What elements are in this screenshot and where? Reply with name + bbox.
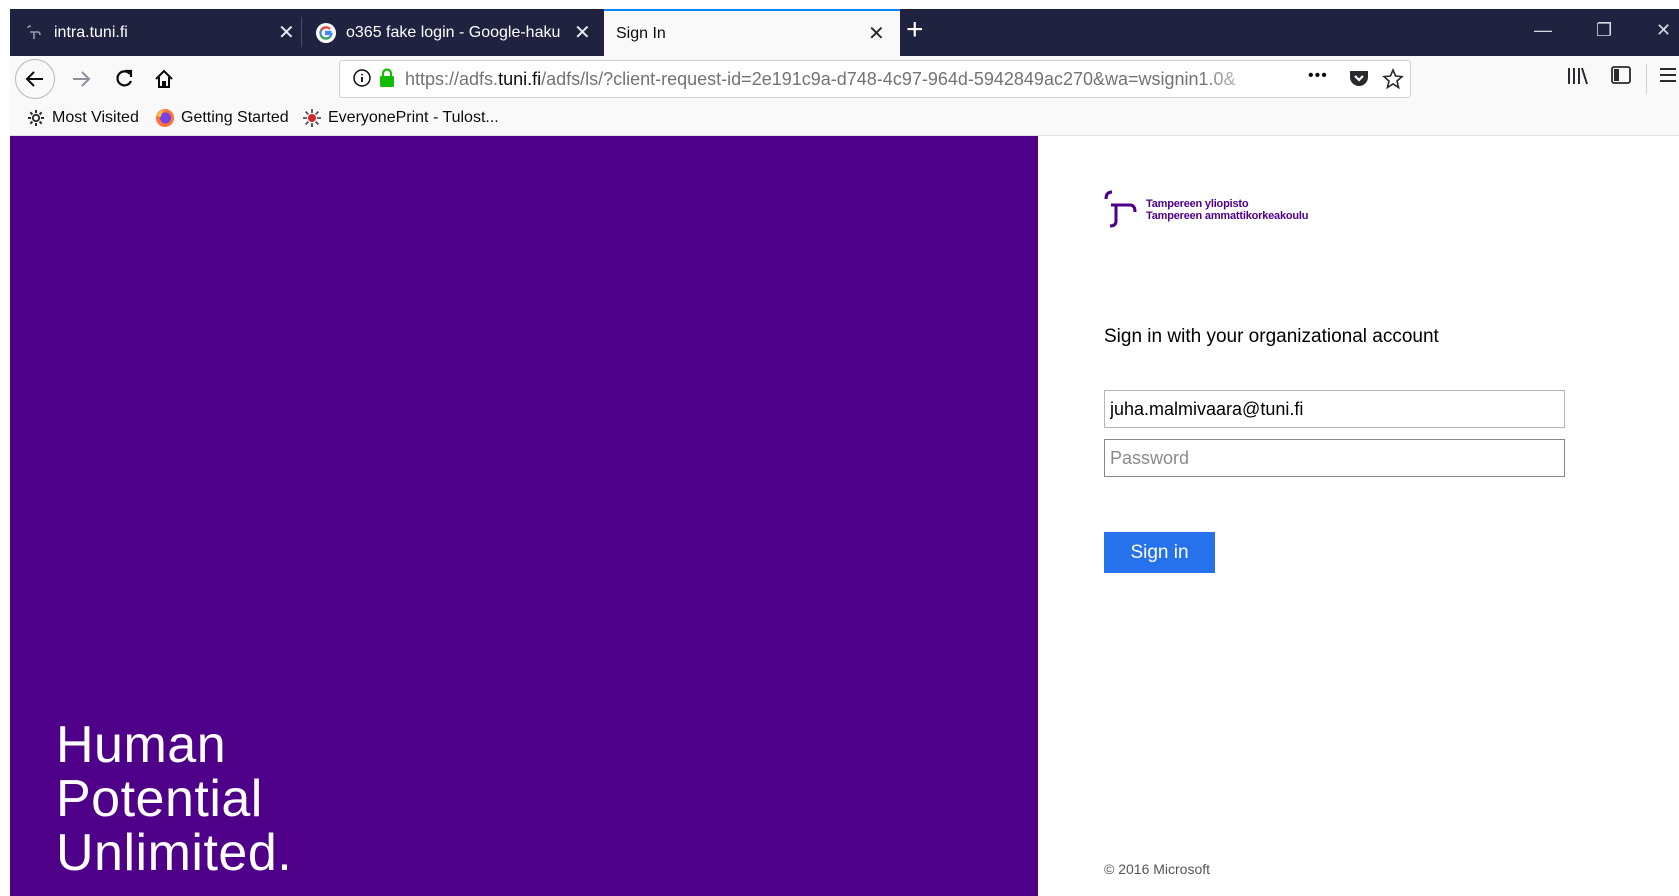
hero-line: Unlimited. (56, 824, 293, 882)
forward-arrow-icon[interactable] (64, 62, 98, 96)
info-icon[interactable] (352, 68, 372, 94)
sign-in-panel: Tampereen yliopisto Tampereen ammattikor… (1038, 136, 1679, 896)
restore-icon[interactable]: ❐ (1596, 16, 1612, 44)
star-icon[interactable] (1382, 67, 1404, 96)
hero-line: Human (56, 716, 227, 774)
url-path: /adfs/ls/?client-request-id=2e191c9a-d74… (541, 69, 1236, 89)
tuni-logo-icon (1104, 190, 1137, 228)
tuni-logo-icon (24, 23, 44, 43)
bookmark-everyoneprint[interactable]: EveryonePrint - Tulost... (302, 108, 499, 128)
minimize-icon[interactable]: — (1534, 16, 1552, 44)
organization-logo: Tampereen yliopisto Tampereen ammattikor… (1102, 188, 1309, 232)
close-tab-icon[interactable]: ✕ (574, 23, 591, 43)
toolbar-separator (1646, 64, 1647, 94)
google-g-icon (316, 22, 336, 43)
close-window-icon[interactable]: ✕ (1656, 16, 1671, 44)
url-scheme: https://adfs. (405, 69, 499, 89)
everyoneprint-icon (302, 108, 322, 128)
logo-text: Tampereen yliopisto Tampereen ammattikor… (1146, 198, 1309, 222)
url-text[interactable]: https://adfs.tuni.fi/adfs/ls/?client-req… (405, 69, 1255, 90)
password-field[interactable] (1104, 439, 1565, 477)
plus-icon[interactable]: + (906, 12, 924, 48)
sidebar-icon[interactable] (1610, 65, 1632, 91)
bookmark-most-visited[interactable]: Most Visited (26, 108, 139, 128)
sign-in-heading: Sign in with your organizational account (1104, 326, 1439, 347)
lock-icon[interactable] (378, 68, 396, 94)
gear-icon (26, 108, 46, 128)
tab-title: intra.tuni.fi (54, 23, 128, 41)
tab-strip: intra.tuni.fi ✕ o365 fake login - Google… (0, 0, 1679, 56)
copyright-footer: © 2016 Microsoft (1104, 861, 1211, 877)
bookmarks-toolbar: Most Visited Getting Started EveryonePri… (10, 102, 1679, 136)
hero-tagline: Human Potential Unlimited. (56, 718, 292, 880)
bookmark-getting-started[interactable]: Getting Started (155, 108, 289, 128)
sign-in-button[interactable]: Sign in (1104, 532, 1215, 573)
close-tab-icon[interactable]: ✕ (868, 24, 885, 44)
navigation-toolbar: https://adfs.tuni.fi/adfs/ls/?client-req… (10, 56, 1679, 102)
tab-title: o365 fake login - Google-haku (346, 23, 561, 41)
logo-line: Tampereen ammattikorkeakoulu (1146, 210, 1309, 222)
pocket-icon[interactable] (1348, 68, 1370, 94)
url-fade (1200, 65, 1270, 93)
reload-icon[interactable] (107, 62, 141, 96)
address-bar[interactable]: https://adfs.tuni.fi/adfs/ls/?client-req… (339, 60, 1411, 98)
tab-google-search[interactable]: o365 fake login - Google-haku ✕ (302, 9, 602, 56)
hero-line: Potential (56, 770, 263, 828)
tab-intra-tuni[interactable]: intra.tuni.fi ✕ (10, 9, 300, 56)
hamburger-menu-icon[interactable] (1658, 65, 1678, 91)
library-icon[interactable] (1566, 65, 1590, 93)
tab-title: Sign In (616, 24, 666, 42)
bookmark-label: Getting Started (181, 109, 289, 126)
bookmark-label: EveryonePrint - Tulost... (328, 109, 499, 126)
close-tab-icon[interactable]: ✕ (278, 23, 295, 43)
logo-line: Tampereen yliopisto (1146, 198, 1249, 210)
back-arrow-icon[interactable] (15, 59, 55, 99)
hero-panel: Human Potential Unlimited. (10, 136, 1038, 896)
tab-sign-in[interactable]: Sign In ✕ (604, 9, 900, 56)
bookmark-label: Most Visited (52, 109, 139, 126)
home-icon[interactable] (147, 62, 181, 96)
firefox-icon (155, 108, 175, 128)
page-actions-icon[interactable]: ••• (1308, 67, 1328, 85)
url-host: tuni.fi (498, 69, 542, 89)
username-field[interactable] (1104, 390, 1565, 428)
